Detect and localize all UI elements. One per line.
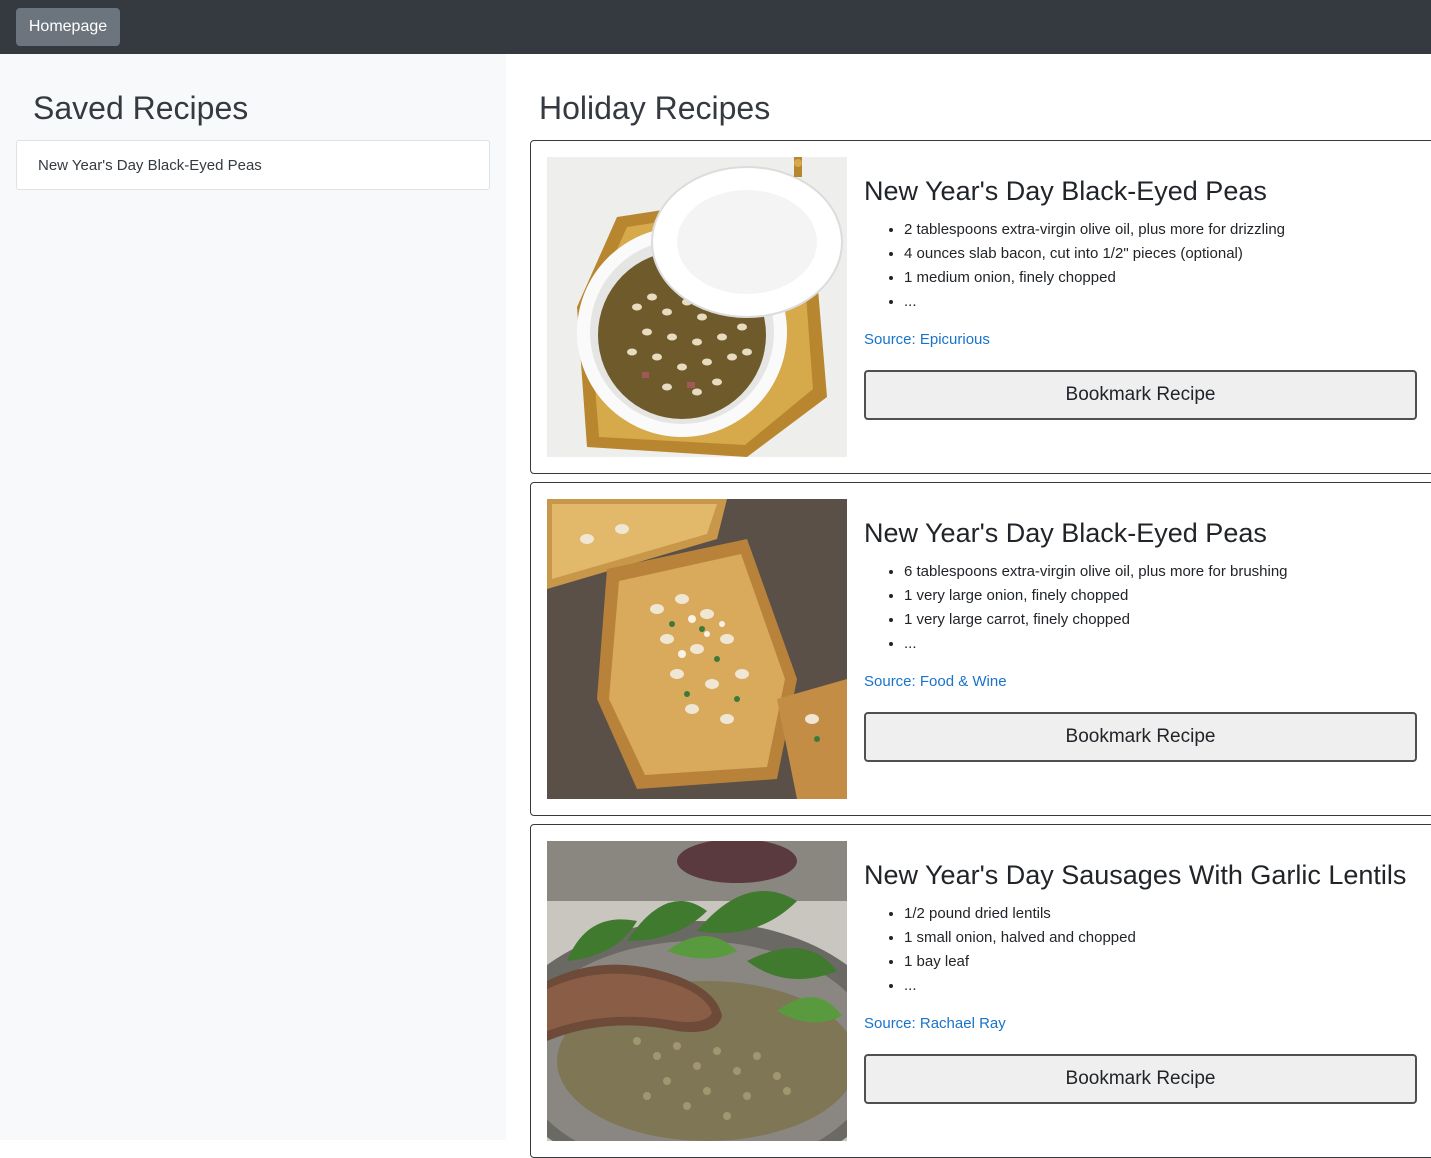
ingredient-item: ... xyxy=(904,290,1424,314)
saved-recipe-item[interactable]: New Year's Day Black-Eyed Peas xyxy=(16,140,490,190)
sausages-with-lentils-icon xyxy=(547,841,847,1141)
recipe-card: New Year's Day Sausages With Garlic Lent… xyxy=(530,824,1431,1158)
ingredient-item: 2 tablespoons extra-virgin olive oil, pl… xyxy=(904,218,1424,242)
sausages-with-lentils-image xyxy=(547,841,847,1141)
top-navbar: Homepage xyxy=(0,0,1431,54)
bowl-of-black-eyed-peas-image xyxy=(547,157,847,457)
ingredient-item: 4 ounces slab bacon, cut into 1/2" piece… xyxy=(904,242,1424,266)
bowl-of-black-eyed-peas-icon xyxy=(547,157,847,457)
recipe-title: New Year's Day Black-Eyed Peas xyxy=(864,518,1267,548)
recipe-source-link[interactable]: Source: Food & Wine xyxy=(864,673,1007,690)
saved-recipes-title: Saved Recipes xyxy=(33,90,249,126)
recipe-title: New Year's Day Black-Eyed Peas xyxy=(864,176,1267,206)
ingredient-list: 1/2 pound dried lentils 1 small onion, h… xyxy=(904,902,1424,998)
ingredient-list: 6 tablespoons extra-virgin olive oil, pl… xyxy=(904,560,1424,656)
toast-with-black-eyed-peas-icon xyxy=(547,499,847,799)
recipe-source-link[interactable]: Source: Epicurious xyxy=(864,331,990,348)
ingredient-item: 6 tablespoons extra-virgin olive oil, pl… xyxy=(904,560,1424,584)
saved-recipes-sidebar: Saved Recipes New Year's Day Black-Eyed … xyxy=(0,54,506,1140)
ingredient-list: 2 tablespoons extra-virgin olive oil, pl… xyxy=(904,218,1424,314)
bookmark-recipe-button[interactable]: Bookmark Recipe xyxy=(864,370,1417,420)
bookmark-recipe-button[interactable]: Bookmark Recipe xyxy=(864,1054,1417,1104)
bookmark-recipe-button[interactable]: Bookmark Recipe xyxy=(864,712,1417,762)
ingredient-item: 1 small onion, halved and chopped xyxy=(904,926,1424,950)
ingredient-item: 1 medium onion, finely chopped xyxy=(904,266,1424,290)
holiday-recipes-title: Holiday Recipes xyxy=(539,90,771,126)
toast-with-black-eyed-peas-image xyxy=(547,499,847,799)
recipe-card: New Year's Day Black-Eyed Peas 6 tablesp… xyxy=(530,482,1431,816)
ingredient-item: 1/2 pound dried lentils xyxy=(904,902,1424,926)
ingredient-item: 1 bay leaf xyxy=(904,950,1424,974)
ingredient-item: 1 very large carrot, finely chopped xyxy=(904,608,1424,632)
ingredient-item: ... xyxy=(904,974,1424,998)
recipe-source-link[interactable]: Source: Rachael Ray xyxy=(864,1015,1006,1032)
homepage-button[interactable]: Homepage xyxy=(16,8,120,46)
ingredient-item: 1 very large onion, finely chopped xyxy=(904,584,1424,608)
recipe-card: New Year's Day Black-Eyed Peas 2 tablesp… xyxy=(530,140,1431,474)
recipe-title: New Year's Day Sausages With Garlic Lent… xyxy=(864,860,1407,890)
ingredient-item: ... xyxy=(904,632,1424,656)
